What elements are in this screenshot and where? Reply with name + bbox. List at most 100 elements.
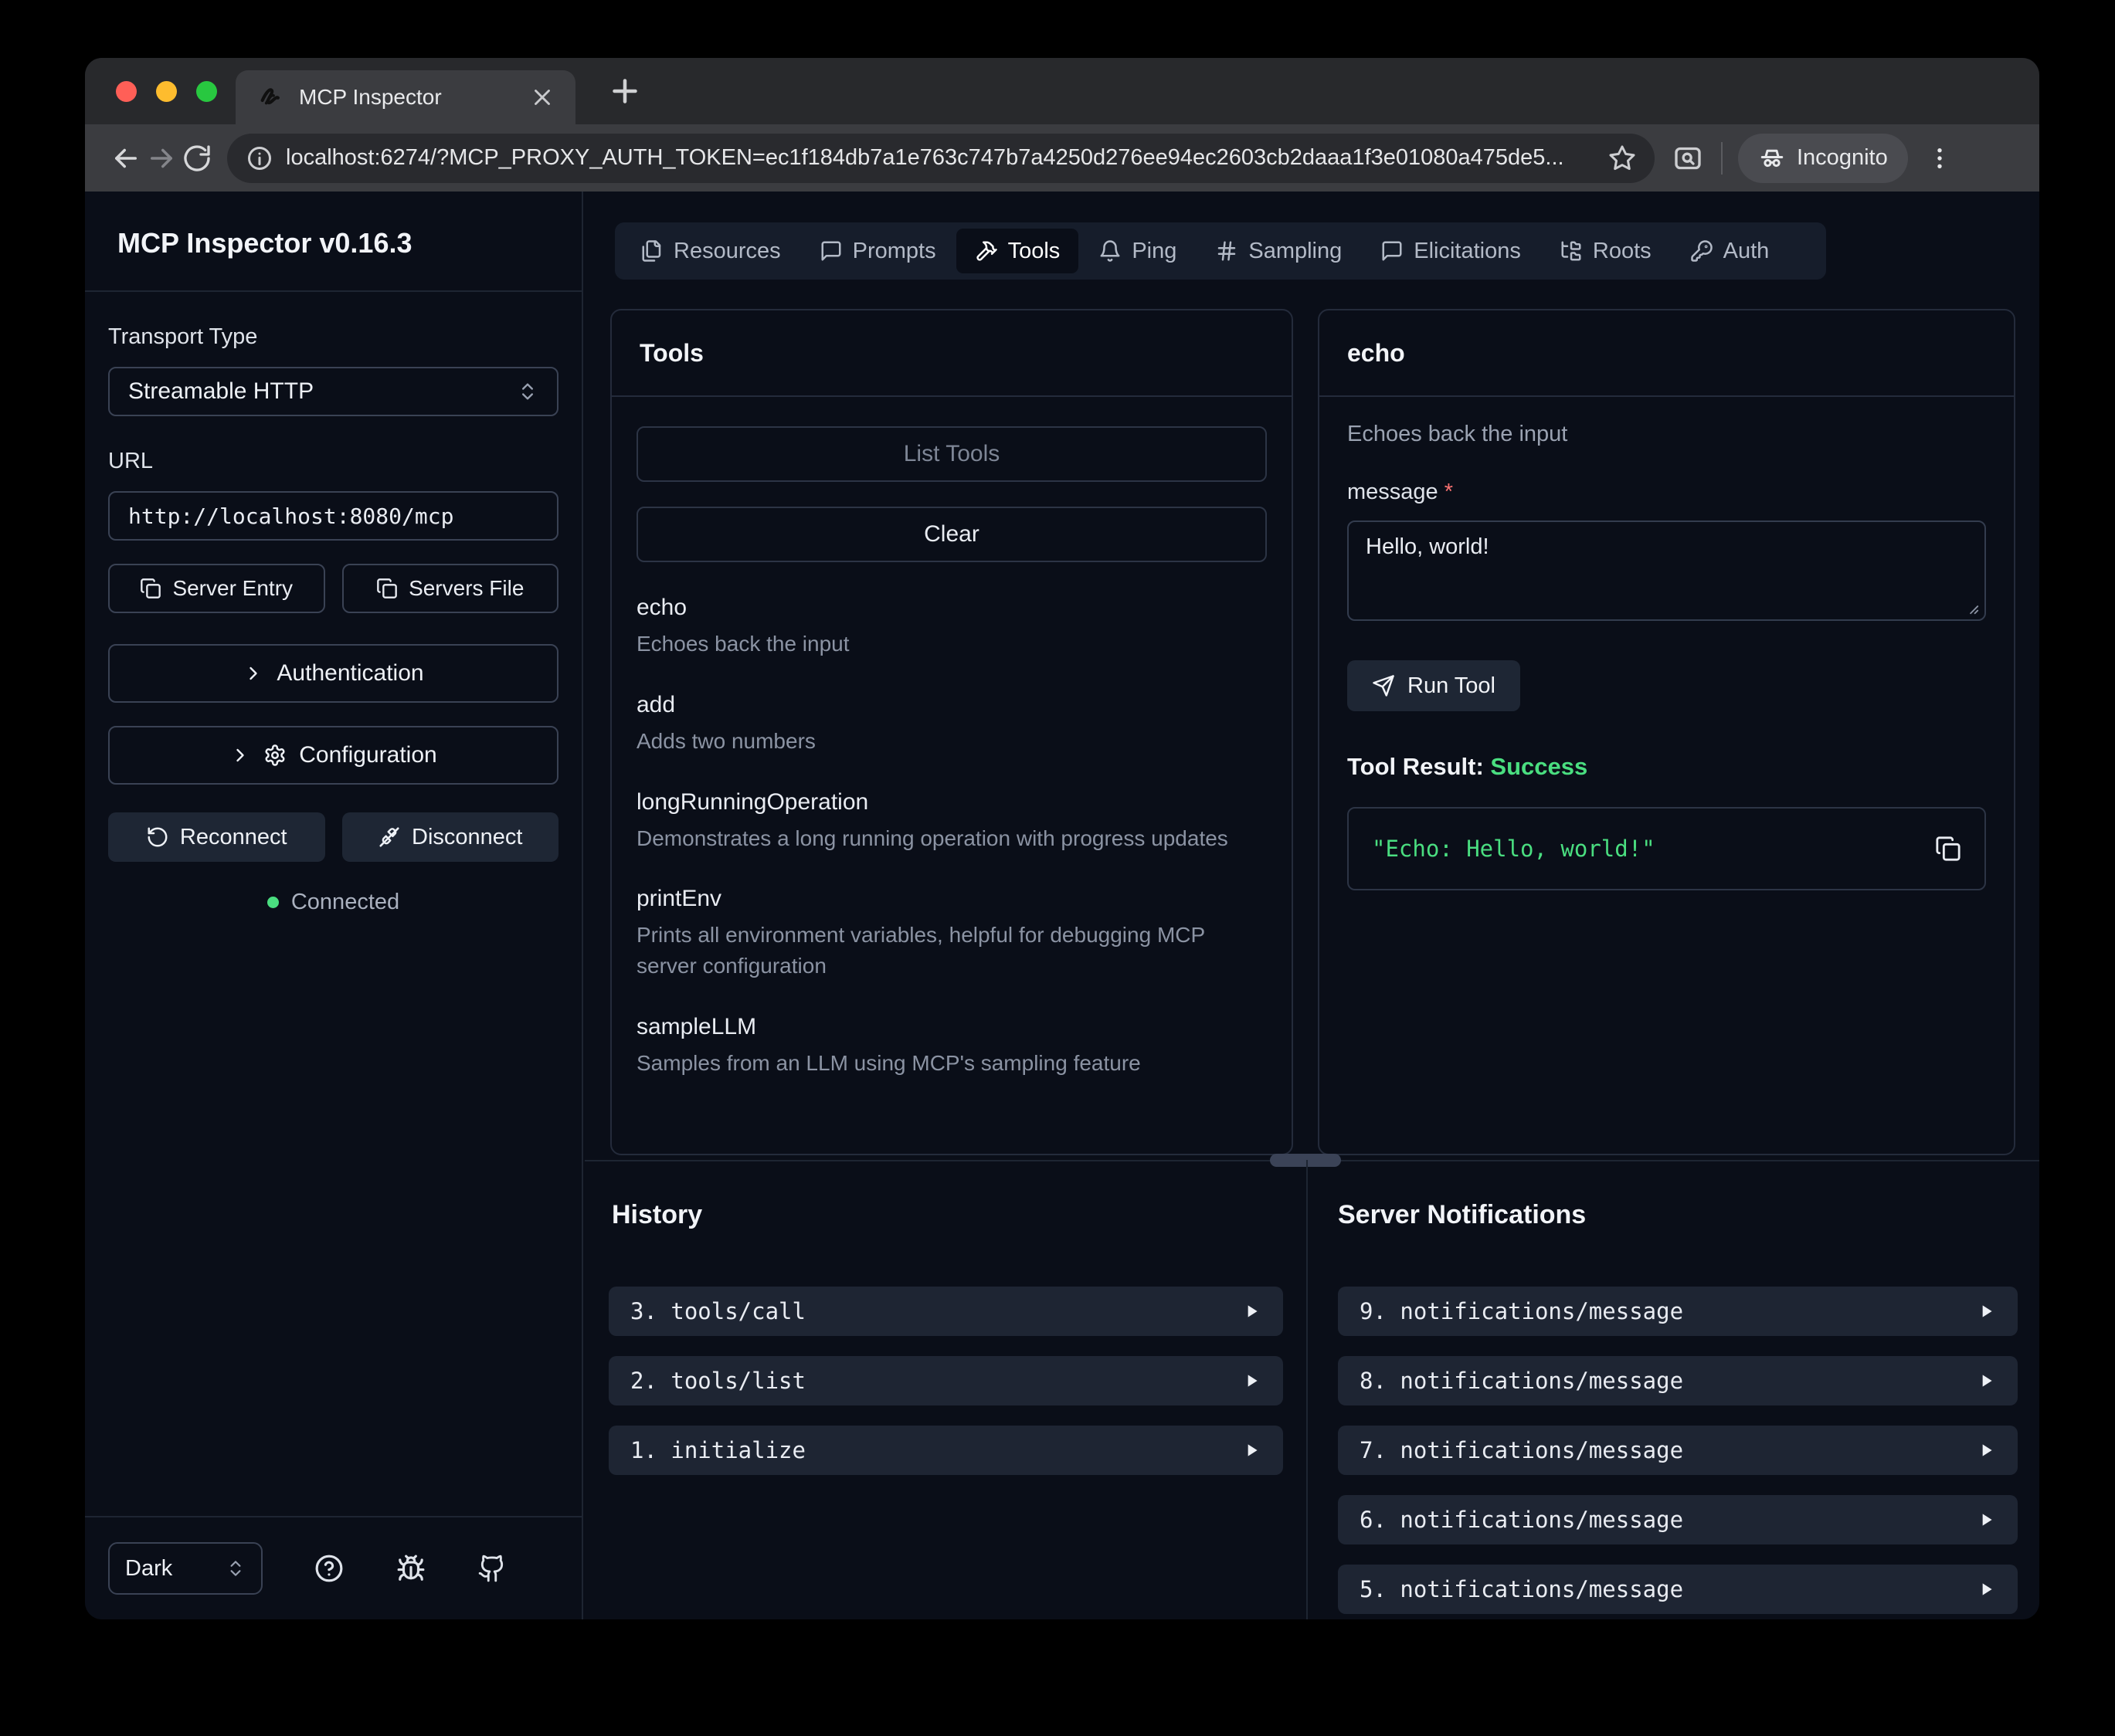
tool-list-item[interactable]: sampleLLM Samples from an LLM using MCP'…	[637, 1014, 1267, 1079]
reconnect-button[interactable]: Reconnect	[108, 812, 325, 862]
server-url-input[interactable]: http://localhost:8080/mcp	[108, 491, 558, 541]
tools-panel-title: Tools	[612, 310, 1292, 397]
new-tab-button[interactable]	[604, 70, 646, 112]
browser-toolbar: localhost:6274/?MCP_PROXY_AUTH_TOKEN=ec1…	[85, 124, 2039, 192]
url-bar[interactable]: localhost:6274/?MCP_PROXY_AUTH_TOKEN=ec1…	[227, 134, 1655, 183]
run-tool-button[interactable]: Run Tool	[1347, 660, 1520, 711]
notification-item[interactable]: 5. notifications/message	[1338, 1565, 2018, 1614]
history-item[interactable]: 2. tools/list	[609, 1356, 1283, 1405]
copy-result-icon[interactable]	[1935, 836, 1961, 862]
tab-tools[interactable]: Tools	[956, 229, 1079, 273]
minimize-window-button[interactable]	[156, 81, 177, 102]
vertical-divider	[1306, 1160, 1308, 1619]
splitter-drag-handle[interactable]	[1270, 1154, 1341, 1167]
tool-result-status: Success	[1490, 753, 1587, 780]
help-icon[interactable]	[314, 1554, 344, 1583]
reconnect-label: Reconnect	[180, 825, 287, 850]
url-text[interactable]: localhost:6274/?MCP_PROXY_AUTH_TOKEN=ec1…	[286, 145, 1596, 171]
tab-title: MCP Inspector	[299, 85, 515, 110]
tool-list-item[interactable]: longRunningOperation Demonstrates a long…	[637, 789, 1267, 854]
tool-list-item[interactable]: printEnv Prints all environment variable…	[637, 886, 1267, 982]
list-tools-button[interactable]: List Tools	[637, 426, 1267, 482]
tab-elicitations[interactable]: Elicitations	[1362, 229, 1540, 273]
close-window-button[interactable]	[116, 81, 137, 102]
sidebar-footer: Dark	[85, 1516, 582, 1619]
sidebar-divider	[85, 290, 582, 292]
history-list: 3. tools/call 2. tools/list 1. initializ…	[609, 1287, 1283, 1495]
server-entry-label: Server Entry	[172, 576, 293, 601]
app-content: MCP Inspector v0.16.3 Transport Type Str…	[85, 192, 2039, 1619]
main-area: Resources Prompts Tools Ping Sampling	[585, 192, 2039, 1619]
bookmark-star-icon[interactable]	[1608, 144, 1636, 172]
transport-type-select[interactable]: Streamable HTTP	[108, 367, 558, 416]
tool-name: echo	[637, 595, 1267, 621]
reload-icon[interactable]	[179, 141, 215, 176]
connection-status: Connected	[108, 890, 558, 915]
server-entry-button[interactable]: Server Entry	[108, 564, 325, 613]
chevron-right-icon	[243, 663, 264, 684]
tab-sampling[interactable]: Sampling	[1197, 229, 1360, 273]
history-item[interactable]: 3. tools/call	[609, 1287, 1283, 1336]
copy-icon	[140, 578, 161, 599]
tab-label: Roots	[1593, 239, 1652, 264]
param-label: message *	[1347, 480, 1986, 505]
forward-icon[interactable]	[144, 141, 179, 176]
bug-icon[interactable]	[396, 1554, 426, 1583]
back-icon[interactable]	[108, 141, 144, 176]
theme-select[interactable]: Dark	[108, 1542, 263, 1595]
url-label: URL	[108, 449, 558, 474]
tab-label: Auth	[1723, 239, 1770, 264]
history-item[interactable]: 1. initialize	[609, 1426, 1283, 1475]
authentication-expander[interactable]: Authentication	[108, 644, 558, 703]
configuration-label: Configuration	[299, 742, 436, 768]
tool-detail-description: Echoes back the input	[1347, 422, 1986, 447]
tab-auth[interactable]: Auth	[1672, 229, 1788, 273]
disconnect-button[interactable]: Disconnect	[342, 812, 559, 862]
notification-item-label: 7. notifications/message	[1360, 1437, 1976, 1463]
notification-item-label: 9. notifications/message	[1360, 1298, 1976, 1324]
notification-item[interactable]: 9. notifications/message	[1338, 1287, 2018, 1336]
resize-handle-icon[interactable]	[1963, 598, 1980, 615]
tab-roots[interactable]: Roots	[1541, 229, 1670, 273]
notification-item[interactable]: 7. notifications/message	[1338, 1426, 2018, 1475]
authentication-label: Authentication	[277, 660, 423, 687]
clear-button[interactable]: Clear	[637, 507, 1267, 562]
tool-list-item[interactable]: add Adds two numbers	[637, 692, 1267, 757]
incognito-badge: Incognito	[1738, 134, 1908, 183]
tab-resources[interactable]: Resources	[622, 229, 799, 273]
tab-label: Elicitations	[1414, 239, 1521, 264]
notification-item-label: 6. notifications/message	[1360, 1507, 1976, 1533]
message-input[interactable]: Hello, world!	[1347, 520, 1986, 621]
tab-ping[interactable]: Ping	[1080, 229, 1195, 273]
mcp-logo-icon	[256, 83, 285, 112]
servers-file-button[interactable]: Servers File	[342, 564, 559, 613]
configuration-expander[interactable]: Configuration	[108, 726, 558, 785]
tool-detail-title: echo	[1319, 310, 2014, 397]
tool-list-item[interactable]: echo Echoes back the input	[637, 595, 1267, 659]
tool-description: Samples from an LLM using MCP's sampling…	[637, 1048, 1267, 1079]
expand-play-icon	[1241, 1301, 1261, 1321]
side-search-icon[interactable]	[1670, 141, 1706, 176]
expand-play-icon	[1976, 1440, 1996, 1460]
browser-menu-icon[interactable]	[1922, 141, 1957, 176]
tool-description: Adds two numbers	[637, 726, 1267, 757]
gear-icon	[263, 744, 287, 767]
transport-type-label: Transport Type	[108, 324, 558, 350]
browser-tab[interactable]: MCP Inspector	[236, 70, 575, 124]
tab-close-icon[interactable]	[529, 84, 555, 110]
notification-item[interactable]: 8. notifications/message	[1338, 1356, 2018, 1405]
transport-type-value: Streamable HTTP	[128, 378, 517, 405]
server-notifications-title: Server Notifications	[1338, 1200, 1586, 1230]
unplug-icon	[378, 826, 401, 849]
maximize-window-button[interactable]	[196, 81, 217, 102]
notification-item[interactable]: 6. notifications/message	[1338, 1495, 2018, 1544]
github-icon[interactable]	[477, 1554, 507, 1583]
app-title: MCP Inspector v0.16.3	[117, 227, 558, 259]
tab-prompts[interactable]: Prompts	[801, 229, 955, 273]
site-info-icon[interactable]	[246, 144, 273, 172]
servers-file-label: Servers File	[409, 576, 524, 601]
expand-play-icon	[1976, 1371, 1996, 1391]
tool-description: Echoes back the input	[637, 629, 1267, 659]
expand-play-icon	[1976, 1579, 1996, 1599]
chevrons-up-down-icon	[517, 381, 538, 402]
